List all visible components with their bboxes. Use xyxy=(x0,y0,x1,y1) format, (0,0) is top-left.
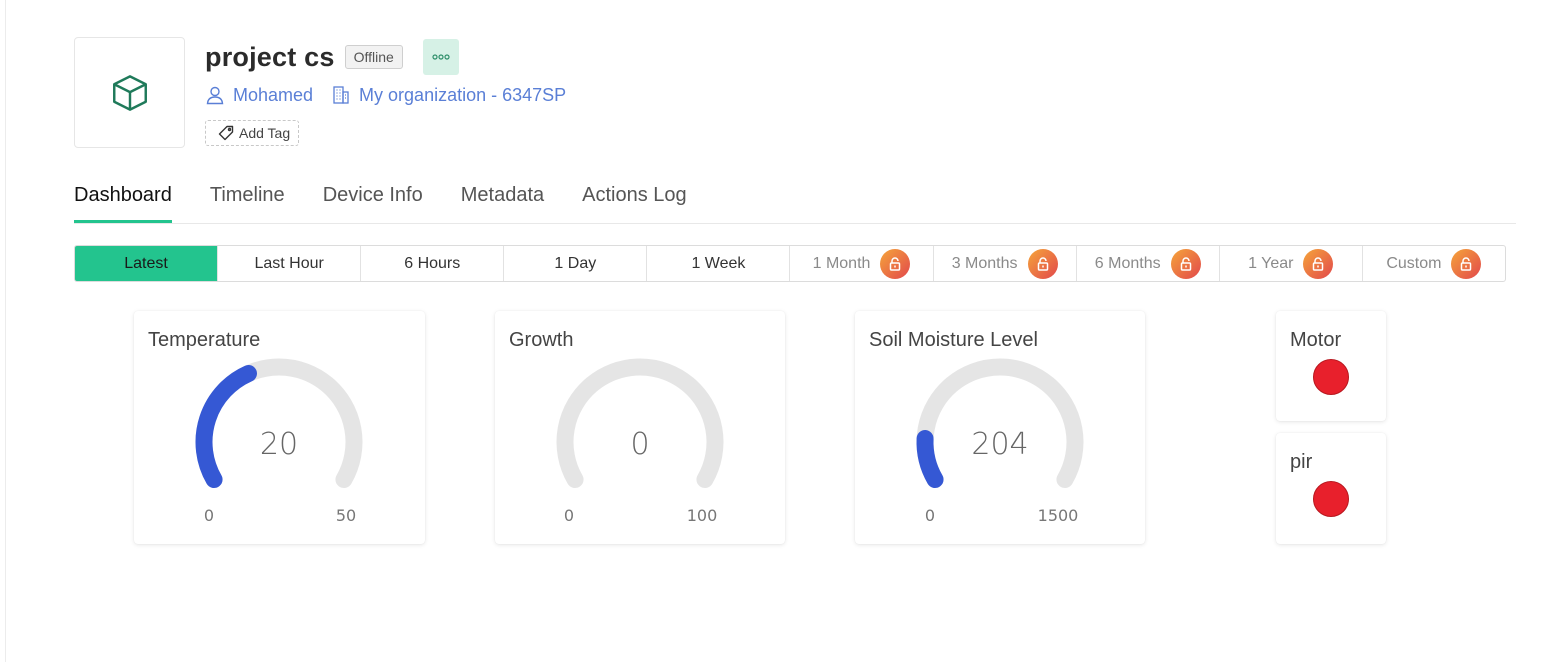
range-custom[interactable]: Custom xyxy=(1363,246,1505,281)
time-range-selector: Latest Last Hour 6 Hours 1 Day 1 Week 1 … xyxy=(74,245,1506,282)
gauge-track xyxy=(916,358,1084,488)
gauge-dial: 20 0 50 xyxy=(195,358,363,525)
range-label: 1 Month xyxy=(812,254,871,272)
range-1-month[interactable]: 1 Month xyxy=(790,246,934,281)
page-left-border xyxy=(5,0,6,662)
tab-device-info[interactable]: Device Info xyxy=(323,182,423,223)
led-indicator xyxy=(1313,359,1349,395)
owner-name: Mohamed xyxy=(233,84,314,105)
tag-icon xyxy=(218,125,234,141)
owner-link[interactable]: Mohamed xyxy=(205,85,313,106)
device-title: project cs xyxy=(205,41,335,72)
range-label: 1 Day xyxy=(554,254,597,272)
tab-actions-log[interactable]: Actions Log xyxy=(582,182,687,223)
range-1-day[interactable]: 1 Day xyxy=(504,246,648,281)
lock-icon xyxy=(1451,248,1482,279)
lock-icon xyxy=(880,248,911,279)
gauge-max-label: 50 xyxy=(336,506,356,525)
more-icon xyxy=(432,54,450,60)
range-label: 3 Months xyxy=(951,254,1018,272)
lock-icon xyxy=(1027,248,1058,279)
range-latest[interactable]: Latest xyxy=(75,246,219,281)
gauge-dial: 204 0 1500 xyxy=(916,358,1084,525)
gauge-value: 20 xyxy=(260,427,298,462)
range-label: Latest xyxy=(124,254,168,272)
range-1-week[interactable]: 1 Week xyxy=(647,246,791,281)
gauge-fill xyxy=(195,364,257,488)
gauge-value: 204 xyxy=(971,427,1028,462)
gauge-widget-growth[interactable]: Growth 0 0 100 xyxy=(495,311,785,544)
range-1-year[interactable]: 1 Year xyxy=(1220,246,1363,281)
widget-title: pir xyxy=(1290,451,1313,473)
gauge-widget-soil-moisture[interactable]: Soil Moisture Level 204 0 1500 xyxy=(855,311,1145,544)
widget-title: Motor xyxy=(1290,329,1342,351)
gauge-track xyxy=(556,358,724,488)
gauge-min-label: 0 xyxy=(204,506,214,525)
building-icon xyxy=(333,86,349,104)
tab-dashboard[interactable]: Dashboard xyxy=(74,182,172,223)
add-tag-label: Add Tag xyxy=(239,125,291,141)
range-last-hour[interactable]: Last Hour xyxy=(218,246,362,281)
range-6-hours[interactable]: 6 Hours xyxy=(361,246,505,281)
led-widget-motor[interactable]: Motor xyxy=(1276,311,1386,421)
organization-name: My organization - 6347SP xyxy=(359,84,567,105)
more-options-button[interactable] xyxy=(422,39,459,75)
device-tabs: Dashboard Timeline Device Info Metadata … xyxy=(74,182,1516,224)
device-title-row: project cs Offline xyxy=(205,38,459,76)
range-6-months[interactable]: 6 Months xyxy=(1077,246,1220,281)
cube-icon xyxy=(112,74,147,111)
lock-icon xyxy=(1170,248,1201,279)
range-label: 6 Hours xyxy=(404,254,461,272)
range-label: 6 Months xyxy=(1094,254,1161,272)
gauge-fill xyxy=(916,430,944,488)
device-avatar[interactable] xyxy=(74,37,185,148)
lock-icon xyxy=(1303,248,1334,279)
gauge-max-label: 1500 xyxy=(1038,506,1079,525)
range-label: 1 Week xyxy=(691,254,746,272)
gauge-min-label: 0 xyxy=(925,506,935,525)
gauge-max-label: 100 xyxy=(687,506,718,525)
tab-timeline[interactable]: Timeline xyxy=(210,182,285,223)
user-icon xyxy=(206,86,224,105)
tab-metadata[interactable]: Metadata xyxy=(461,182,544,223)
organization-link[interactable]: My organization - 6347SP xyxy=(331,85,566,106)
led-widget-pir[interactable]: pir xyxy=(1276,433,1386,544)
range-3-months[interactable]: 3 Months xyxy=(934,246,1077,281)
range-label: Custom xyxy=(1386,254,1442,272)
range-label: Last Hour xyxy=(254,254,324,272)
gauge-min-label: 0 xyxy=(564,506,574,525)
gauge-widget-temperature[interactable]: Temperature 20 0 50 xyxy=(134,311,425,544)
add-tag-button[interactable]: Add Tag xyxy=(205,120,300,146)
gauge-value: 0 xyxy=(630,427,649,462)
status-badge: Offline xyxy=(344,45,403,69)
range-label: 1 Year xyxy=(1248,254,1294,272)
led-indicator xyxy=(1313,481,1349,517)
device-meta: Mohamed My organization - 6347SP xyxy=(205,83,566,107)
gauge-dial: 0 0 100 xyxy=(556,358,724,525)
